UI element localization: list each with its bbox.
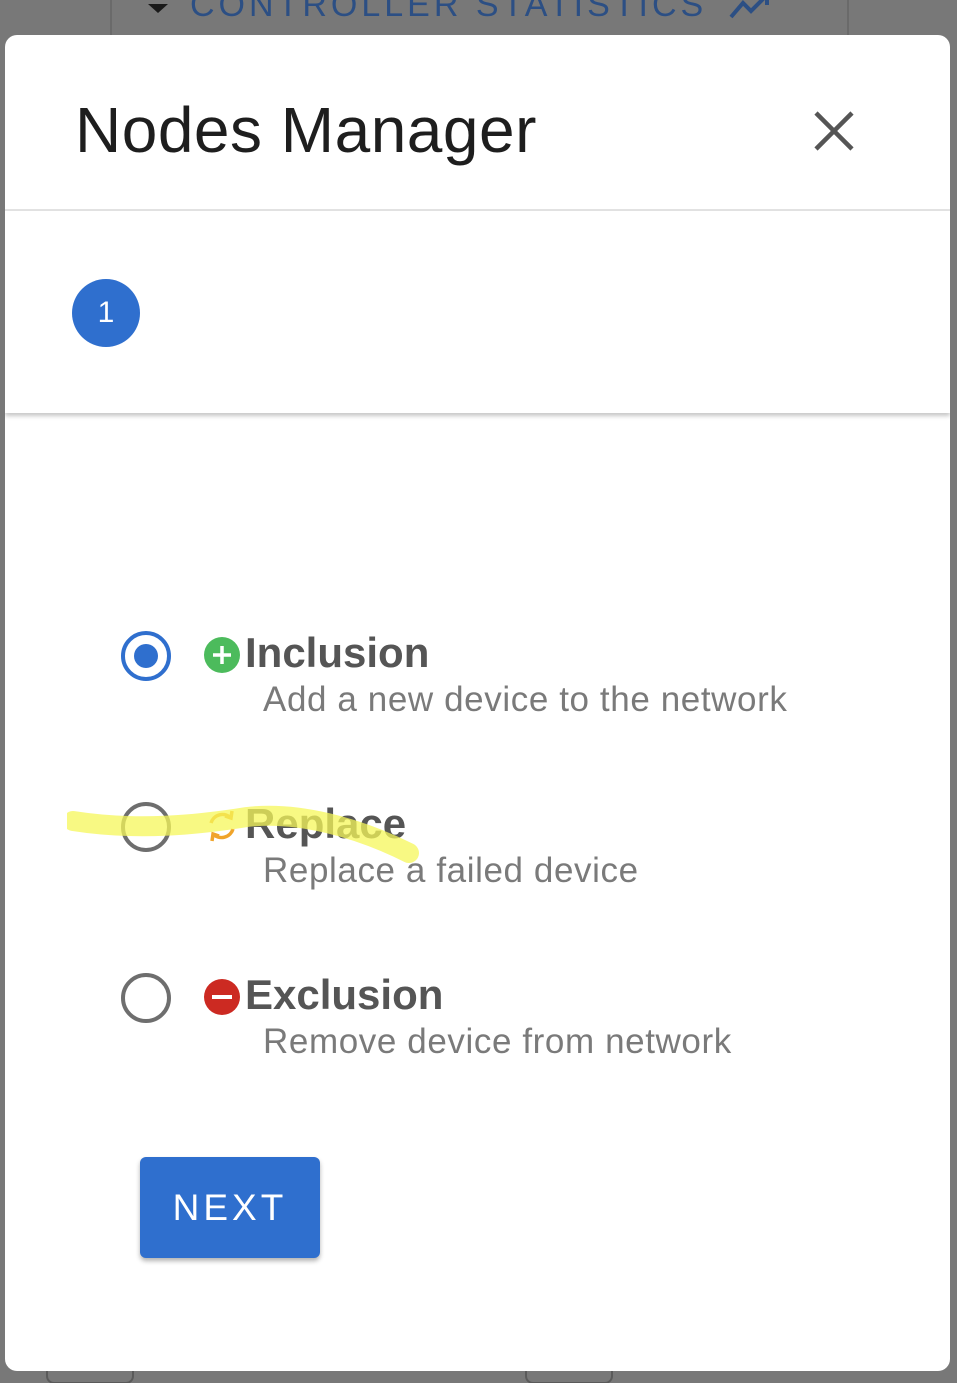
caret-down-icon: [148, 4, 168, 13]
inclusion-title: Inclusion: [245, 629, 430, 676]
close-icon: [814, 111, 854, 151]
close-button[interactable]: [810, 107, 858, 155]
next-button[interactable]: NEXT: [140, 1157, 320, 1258]
dialog-title: Nodes Manager: [75, 94, 537, 166]
nodes-manager-dialog: Nodes Manager 1 Inclusion Add a new devi…: [5, 35, 950, 1371]
plus-circle-icon: [204, 637, 240, 673]
inclusion-radio[interactable]: [121, 631, 171, 681]
refresh-icon: [209, 810, 235, 842]
replace-radio[interactable]: [121, 802, 171, 852]
controller-statistics-header[interactable]: CONTROLLER STATISTICS: [148, 0, 773, 25]
minus-circle-icon: [204, 979, 240, 1015]
trending-up-icon: [729, 0, 770, 18]
exclusion-radio[interactable]: [121, 973, 171, 1023]
replace-option[interactable]: Replace Replace a failed device: [121, 799, 639, 893]
replace-description: Replace a failed device: [263, 851, 639, 890]
inclusion-option[interactable]: Inclusion Add a new device to the networ…: [121, 628, 787, 722]
step-1-indicator[interactable]: 1: [72, 279, 140, 347]
inclusion-description: Add a new device to the network: [263, 680, 788, 719]
replace-title: Replace: [245, 800, 407, 847]
exclusion-description: Remove device from network: [263, 1022, 732, 1061]
exclusion-option[interactable]: Exclusion Remove device from network: [121, 970, 732, 1064]
dialog-header: Nodes Manager: [5, 35, 950, 211]
exclusion-title: Exclusion: [245, 971, 444, 1018]
stepper: 1: [5, 211, 950, 413]
controller-statistics-label: CONTROLLER STATISTICS: [190, 0, 708, 24]
